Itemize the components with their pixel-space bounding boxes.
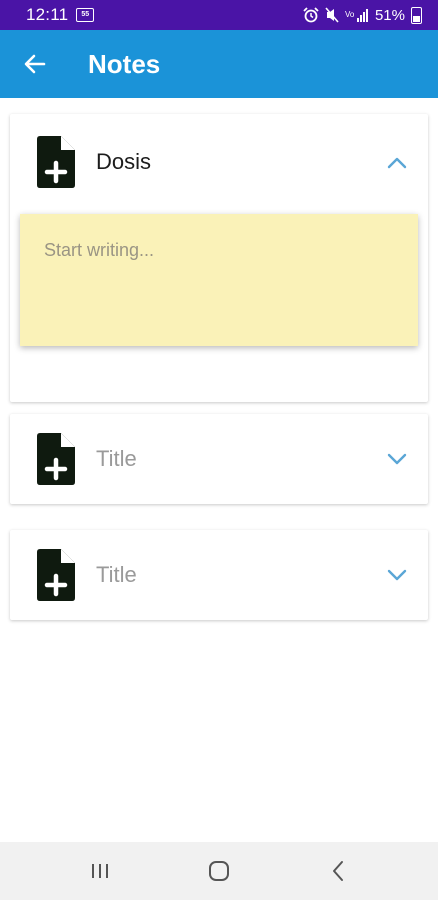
recent-apps-icon [91, 864, 108, 878]
note-add-icon [37, 549, 75, 601]
note-card-header[interactable]: Dosis [10, 114, 428, 210]
status-icons: Vo 51% [303, 6, 422, 24]
system-nav-bar [0, 842, 438, 900]
note-add-icon [37, 433, 75, 485]
home-button[interactable] [189, 842, 249, 900]
svg-text:Vo: Vo [345, 10, 355, 19]
back-button[interactable] [0, 30, 70, 98]
chevron-down-icon[interactable] [386, 452, 408, 466]
back-nav-icon [333, 861, 344, 881]
signal-icon: Vo [345, 9, 368, 22]
recent-apps-button[interactable] [70, 842, 130, 900]
status-bar: 12:11 55 Vo 51% [0, 0, 438, 30]
note-card: Title [10, 414, 428, 504]
arrow-left-icon [24, 54, 46, 74]
alarm-icon [303, 7, 319, 23]
note-title[interactable]: Title [96, 562, 137, 588]
home-icon [208, 861, 229, 881]
app-bar: Notes [0, 30, 438, 98]
note-card-header[interactable]: Title [10, 530, 428, 620]
mute-icon [325, 7, 339, 23]
page-title: Notes [88, 48, 161, 79]
back-nav-button[interactable] [308, 842, 368, 900]
note-body[interactable] [20, 214, 418, 346]
chevron-down-icon[interactable] [386, 568, 408, 582]
note-title[interactable]: Title [96, 446, 137, 472]
battery-icon [411, 6, 422, 24]
status-time: 12:11 [26, 5, 69, 24]
note-card: Title [10, 530, 428, 620]
note-title[interactable]: Dosis [96, 149, 151, 175]
notification-badge: 55 [76, 8, 95, 22]
note-card: Dosis [10, 114, 428, 402]
battery-percent: 51% [374, 6, 405, 24]
note-add-icon [37, 136, 75, 188]
note-body-input[interactable] [44, 240, 394, 320]
note-card-header[interactable]: Title [10, 414, 428, 504]
chevron-up-icon[interactable] [386, 155, 408, 169]
